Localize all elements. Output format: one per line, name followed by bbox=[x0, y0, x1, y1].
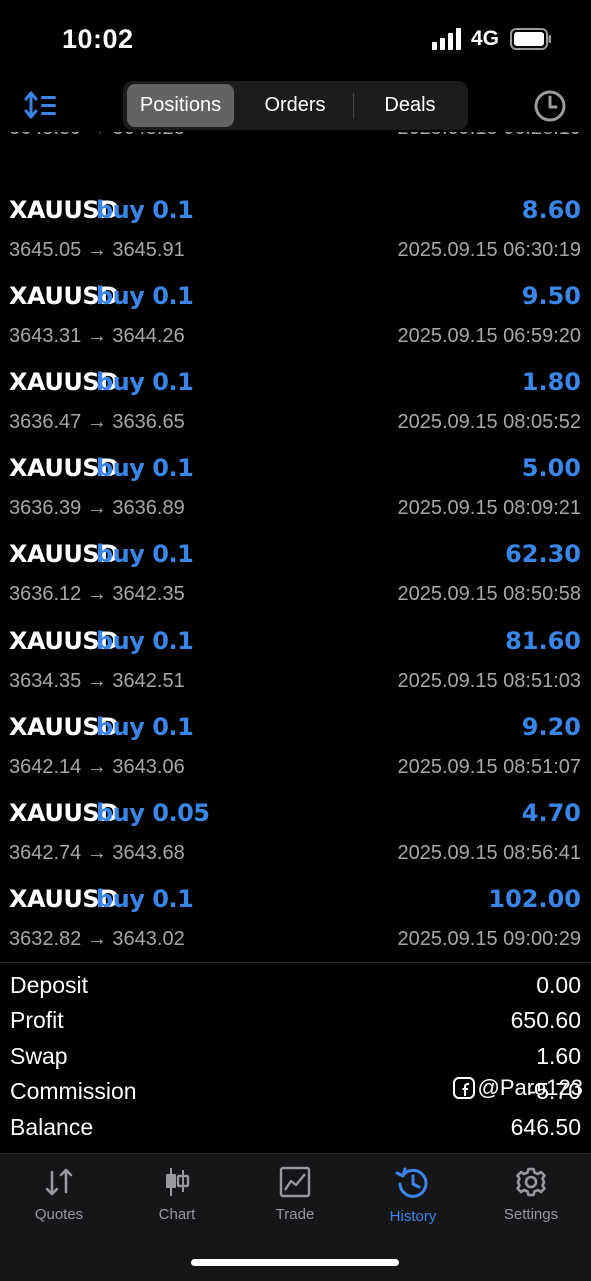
summary-label: Swap bbox=[10, 1043, 68, 1069]
deal-profit: 5.00 bbox=[521, 454, 581, 482]
deal-row[interactable]: XAUUSD buy 0.1 8.60 3645.05 → 3645.91 20… bbox=[0, 195, 591, 281]
deal-datetime: 2025.09.15 06:30:19 bbox=[397, 239, 581, 261]
deal-datetime: 2025.09.15 06:28:10 bbox=[397, 132, 581, 140]
history-clock-icon bbox=[395, 1167, 428, 1198]
deal-side: buy 0.1 bbox=[96, 540, 194, 568]
deal-prices: 3634.35 → 3642.51 bbox=[9, 670, 185, 692]
summary-row-deposit: Deposit 0.00 bbox=[0, 972, 591, 1007]
tab-quotes[interactable]: Quotes bbox=[0, 1166, 118, 1246]
status-bar: 10:02 4G bbox=[0, 0, 591, 80]
deal-prices: 3643.31 → 3644.26 bbox=[9, 325, 185, 347]
tab-deals[interactable]: Deals bbox=[354, 84, 466, 127]
gear-icon bbox=[516, 1167, 546, 1197]
deal-side: buy 0.1 bbox=[96, 196, 194, 224]
summary-row-balance: Balance 646.50 bbox=[0, 1114, 591, 1149]
deal-side: buy 0.1 bbox=[96, 368, 194, 396]
deal-profit: 9.50 bbox=[521, 282, 581, 310]
deal-side: buy 0.1 bbox=[96, 282, 194, 310]
summary-value: 1.60 bbox=[536, 1043, 581, 1069]
tab-history[interactable]: History bbox=[354, 1166, 472, 1246]
deal-row[interactable]: XAUUSD buy 0.1 81.60 3634.35 → 3642.51 2… bbox=[0, 626, 591, 712]
deal-profit: 81.60 bbox=[505, 627, 581, 655]
summary-value: 650.60 bbox=[510, 1007, 581, 1033]
deal-side: buy 0.1 bbox=[96, 627, 194, 655]
tab-settings[interactable]: Settings bbox=[472, 1166, 590, 1246]
deal-prices: 3642.14 → 3643.06 bbox=[9, 756, 185, 778]
deal-prices: 3636.47 → 3636.65 bbox=[9, 411, 185, 433]
deal-prices: 3645.05 → 3645.91 bbox=[9, 239, 185, 261]
deal-row[interactable]: XAUUSD buy 0.1 5.00 3636.39 → 3636.89 20… bbox=[0, 453, 591, 539]
summary-label: Balance bbox=[10, 1114, 94, 1140]
summary-label: Profit bbox=[10, 1007, 64, 1033]
quotes-arrows-icon bbox=[45, 1168, 73, 1196]
home-indicator[interactable] bbox=[191, 1259, 399, 1266]
deal-datetime: 2025.09.15 08:51:07 bbox=[397, 756, 581, 778]
deal-datetime: 2025.09.15 09:00:29 bbox=[397, 928, 581, 950]
deal-row[interactable]: 3645.39 → 3645.23 2025.09.15 06:28:10 bbox=[0, 132, 591, 159]
summary-row-swap: Swap 1.60 bbox=[0, 1043, 591, 1078]
deal-profit: 4.70 bbox=[521, 799, 581, 827]
deal-profit: 9.20 bbox=[521, 713, 581, 741]
tab-label: Trade bbox=[275, 1206, 315, 1223]
deal-row[interactable]: XAUUSD buy 0.1 9.50 3643.31 → 3644.26 20… bbox=[0, 281, 591, 367]
history-header: Positions Orders Deals bbox=[0, 80, 591, 132]
summary-row-profit: Profit 650.60 bbox=[0, 1007, 591, 1042]
summary-label: Deposit bbox=[10, 972, 88, 998]
deal-side: buy 0.05 bbox=[96, 799, 210, 827]
trade-chart-icon bbox=[279, 1166, 311, 1198]
sort-icon[interactable] bbox=[24, 90, 60, 122]
deal-row[interactable]: XAUUSD buy 0.1 62.30 3636.12 → 3642.35 2… bbox=[0, 539, 591, 625]
tab-chart[interactable]: Chart bbox=[118, 1166, 236, 1246]
status-time: 10:02 bbox=[62, 24, 134, 54]
tab-label: Chart bbox=[158, 1206, 196, 1223]
deal-profit: 1.80 bbox=[521, 368, 581, 396]
deal-datetime: 2025.09.15 08:09:21 bbox=[397, 497, 581, 519]
deal-side: buy 0.1 bbox=[96, 454, 194, 482]
deal-row[interactable]: XAUUSD buy 0.1 1.80 3636.47 → 3636.65 20… bbox=[0, 367, 591, 453]
candlestick-icon bbox=[166, 1168, 190, 1196]
deal-datetime: 2025.09.15 08:50:58 bbox=[397, 583, 581, 605]
deal-prices: 3636.39 → 3636.89 bbox=[9, 497, 185, 519]
deal-profit: 102.00 bbox=[488, 885, 581, 913]
facebook-icon bbox=[453, 1077, 476, 1099]
summary-label: Commission bbox=[10, 1078, 137, 1104]
deal-prices: 3642.74 → 3643.68 bbox=[9, 842, 185, 864]
deals-list: 3645.39 → 3645.23 2025.09.15 06:28:10 XA… bbox=[0, 132, 591, 961]
cellular-signal-icon bbox=[432, 28, 461, 50]
deal-datetime: 2025.09.15 08:05:52 bbox=[397, 411, 581, 433]
watermark-text: @Paro123 bbox=[477, 1075, 583, 1100]
clock-icon[interactable] bbox=[532, 88, 568, 124]
summary-divider bbox=[0, 962, 591, 963]
tab-positions[interactable]: Positions bbox=[127, 84, 234, 127]
deal-datetime: 2025.09.15 08:51:03 bbox=[397, 670, 581, 692]
deal-row[interactable]: XAUUSD buy 0.1 9.20 3642.14 → 3643.06 20… bbox=[0, 712, 591, 798]
deal-profit: 8.60 bbox=[521, 196, 581, 224]
battery-icon bbox=[510, 28, 551, 50]
deal-row[interactable]: XAUUSD buy 0.1 102.00 3632.82 → 3643.02 … bbox=[0, 884, 591, 961]
watermark: @Paro123 bbox=[453, 1075, 583, 1101]
deal-prices: 3632.82 → 3643.02 bbox=[9, 928, 185, 950]
summary-value: 0.00 bbox=[536, 972, 581, 998]
deal-side: buy 0.1 bbox=[96, 713, 194, 741]
deal-row[interactable]: XAUUSD buy 0.05 4.70 3642.74 → 3643.68 2… bbox=[0, 798, 591, 884]
tab-label: Quotes bbox=[34, 1206, 84, 1223]
tab-trade[interactable]: Trade bbox=[236, 1166, 354, 1246]
summary-value: 646.50 bbox=[510, 1114, 581, 1140]
deal-datetime: 2025.09.15 06:59:20 bbox=[397, 325, 581, 347]
deal-side: buy 0.1 bbox=[96, 885, 194, 913]
tab-label: Settings bbox=[503, 1206, 559, 1223]
deal-prices: 3636.12 → 3642.35 bbox=[9, 583, 185, 605]
history-segmented-control: Positions Orders Deals bbox=[123, 81, 468, 130]
deal-prices: 3645.39 → 3645.23 bbox=[9, 132, 185, 140]
deal-profit: 62.30 bbox=[505, 540, 581, 568]
tab-orders[interactable]: Orders bbox=[238, 84, 352, 127]
tab-label: History bbox=[389, 1208, 437, 1225]
network-type: 4G bbox=[471, 27, 500, 50]
deal-datetime: 2025.09.15 08:56:41 bbox=[397, 842, 581, 864]
